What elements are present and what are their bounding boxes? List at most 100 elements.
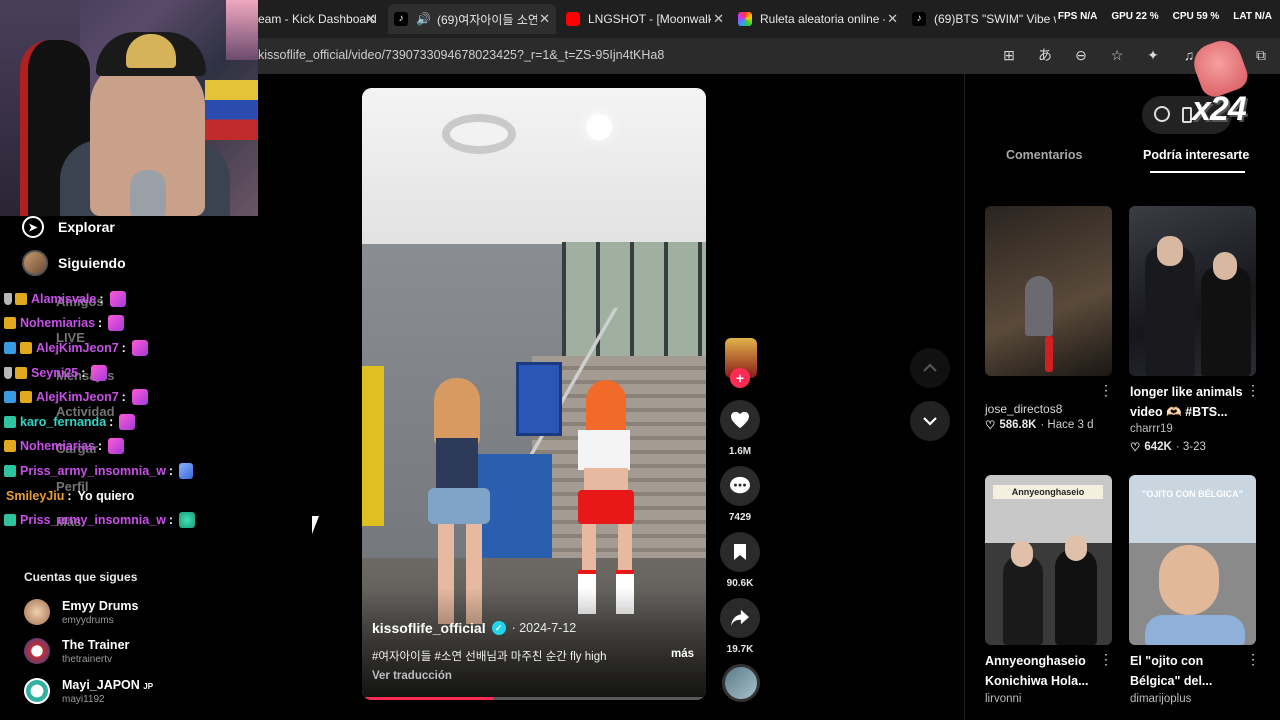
tab-bts-tiktok[interactable]: ♪ (69)BTS "SWIM" Vibe w <box>912 4 1056 34</box>
video-light <box>442 114 516 154</box>
chat-username[interactable]: AlejKimJeon7 <box>36 390 119 404</box>
video-progress-bar[interactable] <box>362 697 706 700</box>
active-tab-indicator <box>1150 171 1245 173</box>
translate-icon[interactable]: あ <box>1036 46 1054 64</box>
follow-plus-button[interactable]: + <box>730 368 750 388</box>
video-player[interactable]: kissoflife_official ✓ · 2024-7-12 #여자아이들… <box>362 88 706 700</box>
share-button[interactable]: 19.7K <box>719 598 761 655</box>
recommended-title[interactable]: Annyeonghaseio Konichiwa Hola... <box>985 651 1097 691</box>
verified-badge-icon <box>4 514 16 526</box>
app-grid-icon[interactable]: ⊞ <box>1000 46 1018 64</box>
thumbnail-overlay-text: "OJITO CON BÉLGICA" <box>1142 489 1243 499</box>
chat-username[interactable]: Priss_army_insomnia_w <box>20 513 166 527</box>
previous-video-button[interactable] <box>910 348 950 388</box>
video-light <box>586 114 612 140</box>
more-options-icon[interactable]: ⋮ <box>1099 382 1113 399</box>
following-accounts-title: Cuentas que sigues <box>24 570 138 584</box>
close-icon[interactable]: ✕ <box>537 11 550 27</box>
chat-colon: : <box>168 464 174 478</box>
comment-button[interactable]: 7429 <box>719 466 761 523</box>
compass-icon[interactable] <box>1154 106 1170 122</box>
zoom-icon[interactable]: ⊖ <box>1072 46 1090 64</box>
tab-label: eam - Kick Dashboard <box>258 12 377 26</box>
bookmark-icon <box>720 532 760 572</box>
account-name: Mayi_JAPON JP <box>62 678 153 692</box>
thumbnail-figure <box>1025 276 1053 336</box>
subscriber-badge-icon <box>4 317 16 329</box>
video-author[interactable]: kissoflife_official ✓ · 2024-7-12 <box>372 620 576 636</box>
more-options-icon[interactable]: ⋮ <box>1246 651 1260 668</box>
chat-colon: : <box>168 513 174 527</box>
following-account-item[interactable]: Mayi_JAPON JP mayi1192 <box>24 672 153 710</box>
chat-username[interactable]: Nohemiarias <box>20 316 95 330</box>
speaker-icon[interactable]: 🔊 <box>416 12 431 26</box>
music-disc-icon[interactable] <box>722 664 760 702</box>
emote-icon <box>179 463 194 479</box>
mouse-cursor <box>312 516 319 534</box>
fps-stat: FPS N/A <box>1057 11 1098 22</box>
recommended-title[interactable]: longer like animals video 🫶🏻 #BTS... <box>1130 382 1248 422</box>
collections-icon[interactable]: ⧉ <box>1252 46 1270 64</box>
close-icon[interactable]: ✕ <box>711 11 724 27</box>
favorite-star-icon[interactable]: ☆ <box>1108 46 1126 64</box>
close-icon[interactable]: ✕ <box>885 11 898 27</box>
next-video-button[interactable] <box>910 401 950 441</box>
chat-username[interactable]: Seyni25 <box>31 366 78 380</box>
tab-tiktok-video[interactable]: ♪ 🔊 (69)여자아이들 소연 ✕ <box>388 4 556 34</box>
tiktok-icon: ♪ <box>912 12 926 26</box>
url-field[interactable]: kissoflife_official/video/73907330946780… <box>248 44 993 68</box>
emote-icon <box>131 389 148 405</box>
extensions-icon[interactable]: ✦ <box>1144 46 1162 64</box>
nav-explore[interactable]: ➤ Explorar <box>22 215 115 239</box>
chat-message: Priss_army_insomnia_w : <box>4 460 194 482</box>
chat-username[interactable]: Nohemiarias <box>20 439 95 453</box>
save-button[interactable]: 90.6K <box>719 532 761 589</box>
caption-more-link[interactable]: más <box>671 648 694 660</box>
following-account-item[interactable]: Emyy Drums emyydrums <box>24 593 138 631</box>
verified-badge-icon <box>4 465 16 477</box>
tab-label: (69)BTS "SWIM" Vibe w <box>934 12 1056 26</box>
tab-youtube[interactable]: LNGSHOT - [Moonwalki ✕ <box>566 4 730 34</box>
following-account-item[interactable]: The Trainer thetrainertv <box>24 632 129 670</box>
more-options-icon[interactable]: ⋮ <box>1246 382 1260 399</box>
tab-ruleta[interactable]: Ruleta aleatoria online - ✕ <box>738 4 904 34</box>
chat-username[interactable]: Priss_army_insomnia_w <box>20 464 166 478</box>
emote-icon <box>108 438 125 454</box>
chat-username[interactable]: karo_fernanda <box>20 415 106 429</box>
tab-comments[interactable]: Comentarios <box>1006 148 1082 162</box>
chat-username[interactable]: Alamisvale <box>31 292 96 306</box>
chat-username[interactable]: AlejKimJeon7 <box>36 341 119 355</box>
recommended-author[interactable]: charrr19 <box>1130 423 1173 435</box>
more-options-icon[interactable]: ⋮ <box>1099 651 1113 668</box>
recommended-video-thumbnail[interactable]: "OJITO CON BÉLGICA" <box>1129 475 1256 645</box>
like-count: 586.8K <box>999 419 1037 431</box>
recommended-video-thumbnail[interactable] <box>985 206 1112 376</box>
recommended-author[interactable]: dimarijoplus <box>1130 693 1191 705</box>
compass-icon: ➤ <box>22 216 44 238</box>
streamer-webcam <box>0 0 258 216</box>
recommended-title[interactable]: El "ojito con Bélgica" del... <box>1130 651 1242 691</box>
thumbnail-figure <box>1003 555 1043 645</box>
see-translation-link[interactable]: Ver traducción <box>372 670 452 682</box>
emote-icon <box>109 291 126 307</box>
video-ceiling <box>362 88 706 244</box>
emote-icon <box>91 365 108 381</box>
like-button[interactable]: 1.6M <box>719 400 761 457</box>
recommended-video-thumbnail[interactable]: Annyeonghaseio <box>985 475 1112 645</box>
tab-recommended[interactable]: Podría interesarte <box>1143 148 1249 162</box>
recommended-video-thumbnail[interactable] <box>1129 206 1256 376</box>
tab-label: LNGSHOT - [Moonwalki <box>588 12 717 26</box>
video-author-name[interactable]: kissoflife_official <box>372 620 486 636</box>
recommended-author[interactable]: jose_directos8 <box>985 402 1062 416</box>
tiktok-icon: ♪ <box>394 12 408 26</box>
recommended-author[interactable]: lirvonni <box>985 693 1021 705</box>
chat-colon: : <box>98 316 103 330</box>
screen-icon[interactable] <box>1182 107 1192 123</box>
recommended-stats: ♡ 642K · 3-23 <box>1130 440 1206 454</box>
chat-username[interactable]: SmileyJiu <box>6 489 64 503</box>
tab-kick-dashboard[interactable]: eam - Kick Dashboard ✕ <box>258 4 382 34</box>
close-icon[interactable]: ✕ <box>365 11 376 27</box>
account-name-text: Mayi_JAPON <box>62 677 140 692</box>
emote-icon <box>131 340 148 356</box>
nav-following[interactable]: Siguiendo <box>22 250 126 276</box>
